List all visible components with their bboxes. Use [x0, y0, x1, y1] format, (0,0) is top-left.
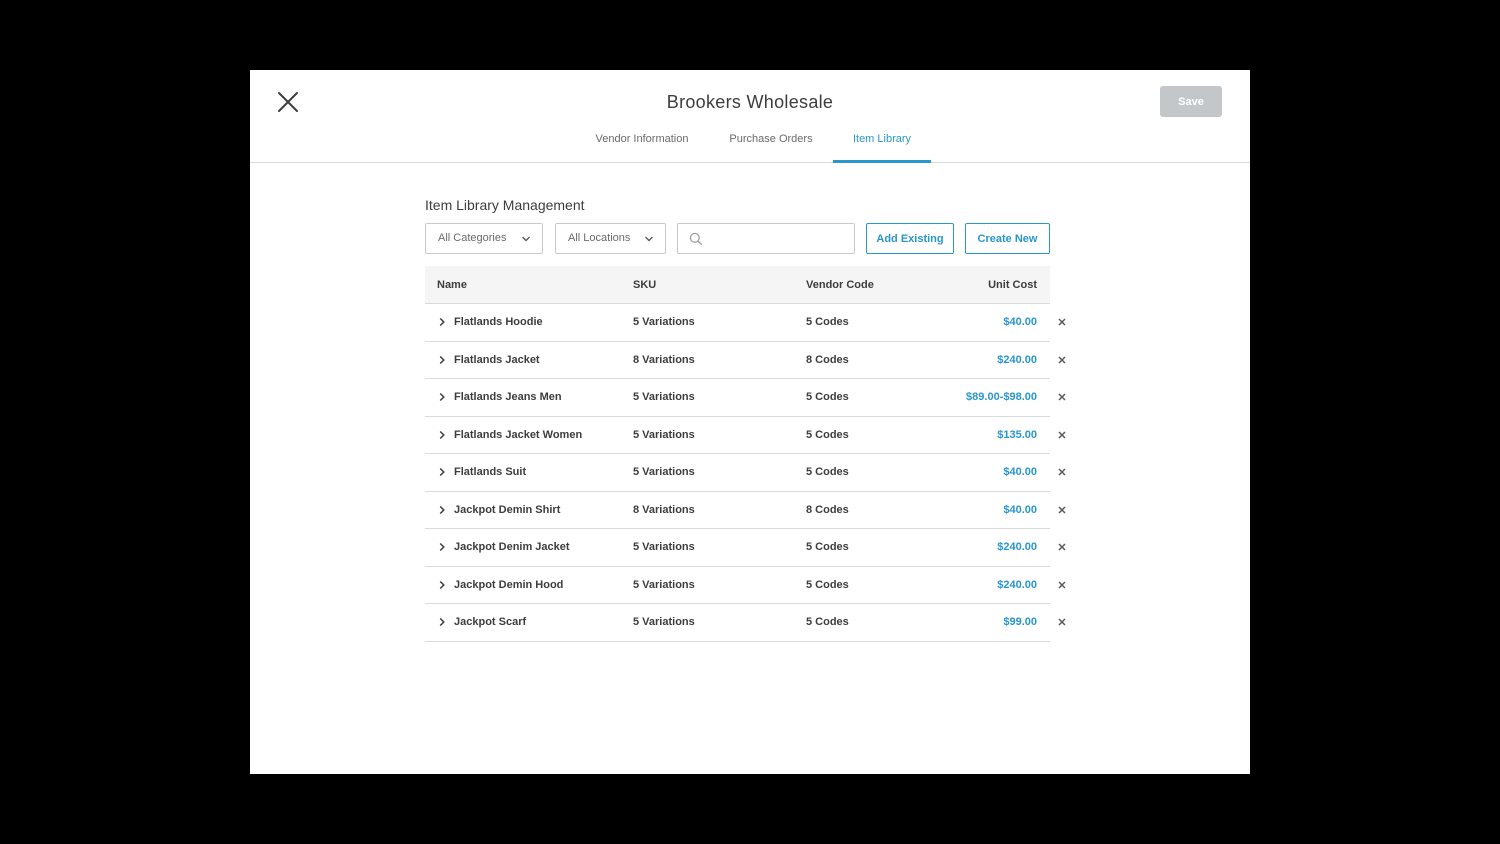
- tab-vendor-information[interactable]: Vendor Information: [586, 126, 698, 163]
- item-unit-cost: $240.00: [997, 578, 1037, 591]
- item-name: Flatlands Suit: [454, 466, 527, 478]
- remove-icon[interactable]: [1056, 354, 1068, 366]
- table-row[interactable]: Flatlands Jacket Women 5 Variations 5 Co…: [425, 417, 1066, 454]
- locations-dropdown-label: All Locations: [568, 232, 631, 244]
- remove-icon[interactable]: [1056, 541, 1068, 553]
- search-input[interactable]: [710, 228, 848, 249]
- item-name: Jackpot Demin Shirt: [454, 503, 561, 516]
- item-name: Flatlands Jacket Women: [454, 428, 583, 441]
- table-row[interactable]: Jackpot Scarf 5 Variations 5 Codes $99.0…: [425, 604, 1066, 642]
- chevron-right-icon[interactable]: [437, 392, 447, 402]
- categories-dropdown[interactable]: All Categories: [425, 223, 543, 254]
- item-name: Flatlands Jeans Men: [454, 391, 562, 403]
- item-sku: 5 Variations: [633, 578, 695, 591]
- item-vendor-code: 5 Codes: [806, 466, 849, 478]
- toolbar: All Categories All Locations Add Existin…: [425, 223, 1050, 254]
- table-row[interactable]: Jackpot Demin Hood 5 Variations 5 Codes …: [425, 567, 1066, 604]
- item-unit-cost: $40.00: [1003, 503, 1037, 516]
- item-unit-cost: $40.00: [1003, 466, 1037, 478]
- vendor-title: Brookers Wholesale: [666, 92, 834, 112]
- chevron-right-icon[interactable]: [437, 580, 447, 590]
- item-name: Jackpot Scarf: [454, 616, 527, 628]
- item-unit-cost: $40.00: [1003, 316, 1037, 328]
- item-sku: 5 Variations: [633, 428, 695, 441]
- table-row[interactable]: Flatlands Jeans Men 5 Variations 5 Codes…: [425, 379, 1066, 417]
- item-vendor-code: 8 Codes: [806, 503, 849, 516]
- chevron-right-icon[interactable]: [437, 317, 447, 327]
- search-icon: [689, 232, 703, 246]
- categories-dropdown-label: All Categories: [438, 232, 507, 244]
- item-unit-cost: $135.00: [997, 428, 1037, 441]
- chevron-right-icon[interactable]: [437, 430, 447, 440]
- table-row[interactable]: Flatlands Jacket 8 Variations 8 Codes $2…: [425, 342, 1066, 379]
- item-unit-cost: $240.00: [997, 541, 1037, 553]
- chevron-down-icon: [645, 236, 653, 242]
- item-name: Jackpot Demin Hood: [454, 578, 564, 591]
- table-row[interactable]: Flatlands Suit 5 Variations 5 Codes $40.…: [425, 454, 1066, 492]
- remove-icon[interactable]: [1056, 504, 1068, 516]
- column-header-name[interactable]: Name: [437, 266, 467, 304]
- item-name: Flatlands Jacket: [454, 353, 540, 366]
- tab-bar: Vendor Information Purchase Orders Item …: [250, 126, 1250, 163]
- item-sku: 5 Variations: [633, 316, 695, 328]
- item-table: Name SKU Vendor Code Unit Cost Flatlands…: [425, 266, 1066, 642]
- tab-item-library[interactable]: Item Library: [833, 126, 931, 163]
- remove-icon[interactable]: [1056, 466, 1068, 478]
- item-unit-cost: $240.00: [997, 353, 1037, 366]
- chevron-right-icon[interactable]: [437, 467, 447, 477]
- tab-purchase-orders[interactable]: Purchase Orders: [716, 126, 826, 163]
- chevron-right-icon[interactable]: [437, 542, 447, 552]
- item-unit-cost: $89.00-$98.00: [966, 391, 1037, 403]
- item-vendor-code: 5 Codes: [806, 616, 849, 628]
- item-vendor-code: 5 Codes: [806, 391, 849, 403]
- table-body: Flatlands Hoodie 5 Variations 5 Codes $4…: [425, 304, 1066, 642]
- column-header-vendor-code[interactable]: Vendor Code: [806, 266, 874, 304]
- table-header: Name SKU Vendor Code Unit Cost: [425, 266, 1050, 304]
- item-unit-cost: $99.00: [1003, 616, 1037, 628]
- column-header-sku[interactable]: SKU: [633, 266, 656, 304]
- create-new-button[interactable]: Create New: [965, 223, 1050, 254]
- remove-icon[interactable]: [1056, 429, 1068, 441]
- remove-icon[interactable]: [1056, 579, 1068, 591]
- add-existing-button[interactable]: Add Existing: [866, 223, 954, 254]
- table-row[interactable]: Flatlands Hoodie 5 Variations 5 Codes $4…: [425, 304, 1066, 342]
- item-name: Jackpot Denim Jacket: [454, 541, 570, 553]
- chevron-right-icon[interactable]: [437, 355, 447, 365]
- locations-dropdown[interactable]: All Locations: [555, 223, 666, 254]
- remove-icon[interactable]: [1056, 391, 1068, 403]
- item-library-panel: Item Library Management All Categories A…: [425, 194, 1066, 642]
- item-vendor-code: 5 Codes: [806, 578, 849, 591]
- item-vendor-code: 5 Codes: [806, 316, 849, 328]
- section-title: Item Library Management: [425, 197, 585, 213]
- column-header-unit-cost[interactable]: Unit Cost: [988, 266, 1037, 304]
- table-row[interactable]: Jackpot Demin Shirt 8 Variations 8 Codes…: [425, 492, 1066, 529]
- item-sku: 8 Variations: [633, 353, 695, 366]
- item-sku: 5 Variations: [633, 616, 695, 628]
- item-vendor-code: 5 Codes: [806, 541, 849, 553]
- item-sku: 5 Variations: [633, 466, 695, 478]
- item-vendor-code: 5 Codes: [806, 428, 849, 441]
- item-sku: 5 Variations: [633, 391, 695, 403]
- table-row[interactable]: Jackpot Denim Jacket 5 Variations 5 Code…: [425, 529, 1066, 567]
- remove-icon[interactable]: [1056, 316, 1068, 328]
- item-name: Flatlands Hoodie: [454, 316, 543, 328]
- item-vendor-code: 8 Codes: [806, 353, 849, 366]
- item-sku: 8 Variations: [633, 503, 695, 516]
- chevron-right-icon[interactable]: [437, 505, 447, 515]
- search-box: [677, 223, 855, 254]
- remove-icon[interactable]: [1056, 616, 1068, 628]
- chevron-right-icon[interactable]: [437, 617, 447, 627]
- vendor-modal: Brookers Wholesale Save Vendor Informati…: [250, 70, 1250, 774]
- item-sku: 5 Variations: [633, 541, 695, 553]
- chevron-down-icon: [522, 236, 530, 242]
- save-button[interactable]: Save: [1160, 86, 1222, 117]
